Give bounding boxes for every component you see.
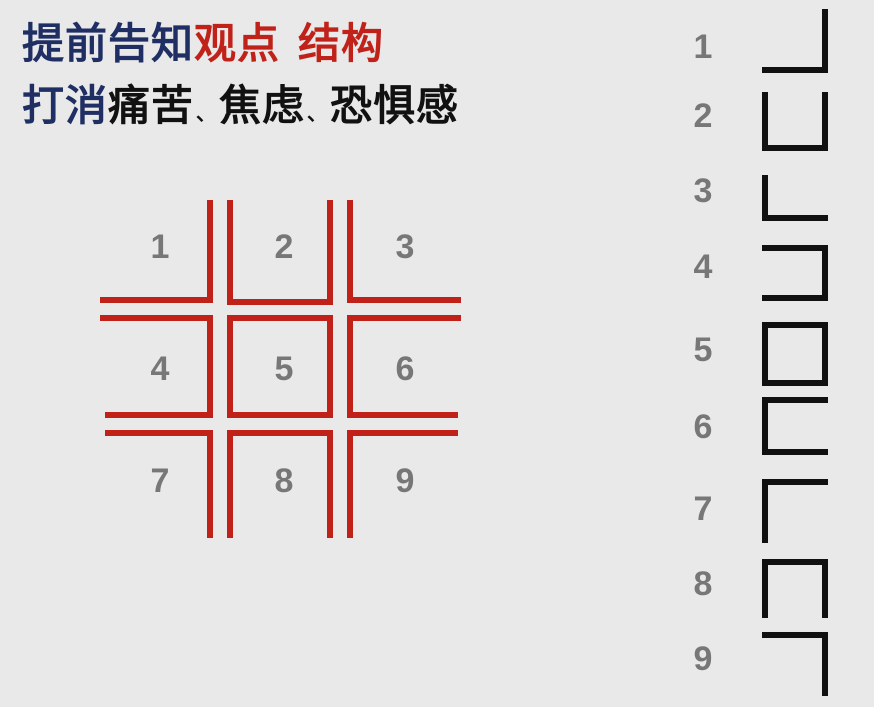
- grid-cell-number-6: 6: [396, 350, 415, 388]
- sequence-glyph-5: [762, 322, 828, 386]
- sequence-glyphs: [762, 9, 828, 696]
- grid-cell-number-8: 8: [275, 462, 294, 500]
- grid-cell-number-3: 3: [396, 228, 415, 266]
- sequence-glyph-1: [762, 9, 828, 73]
- grid-cell-number-4: 4: [151, 350, 170, 388]
- sequence-number-1: 1: [693, 28, 713, 66]
- sequence-number-5: 5: [693, 331, 713, 369]
- sequence-glyph-2: [762, 92, 828, 151]
- sequence-glyph-7: [762, 479, 828, 543]
- sequence-glyph-4: [762, 245, 828, 301]
- sequence-number-2: 2: [693, 97, 713, 135]
- sequence-number-8: 8: [693, 565, 713, 603]
- sequence-number-9: 9: [693, 640, 713, 678]
- sequence-number-3: 3: [693, 172, 713, 210]
- sequence-glyph-9: [762, 632, 828, 696]
- grid-cell-number-2: 2: [275, 228, 294, 266]
- sequence-number-6: 6: [693, 408, 713, 446]
- grid-cell-number-5: 5: [275, 350, 294, 388]
- grid-cell-number-1: 1: [151, 228, 170, 266]
- sequence-glyph-8: [762, 559, 828, 618]
- sequence-glyph-3: [762, 175, 828, 221]
- grid-cell-numbers: 1 2 3 4 5 6 7 8 9: [151, 228, 415, 500]
- grid-cell-number-9: 9: [396, 462, 415, 500]
- sequence-number-7: 7: [693, 490, 713, 528]
- grid-cell-number-7: 7: [151, 462, 170, 500]
- sequence-glyph-6: [762, 397, 828, 455]
- sequence-number-4: 4: [693, 248, 713, 286]
- tic-tac-toe-grid-diagram: 1 2 3 4 5 6 7 8 9: [100, 9, 828, 696]
